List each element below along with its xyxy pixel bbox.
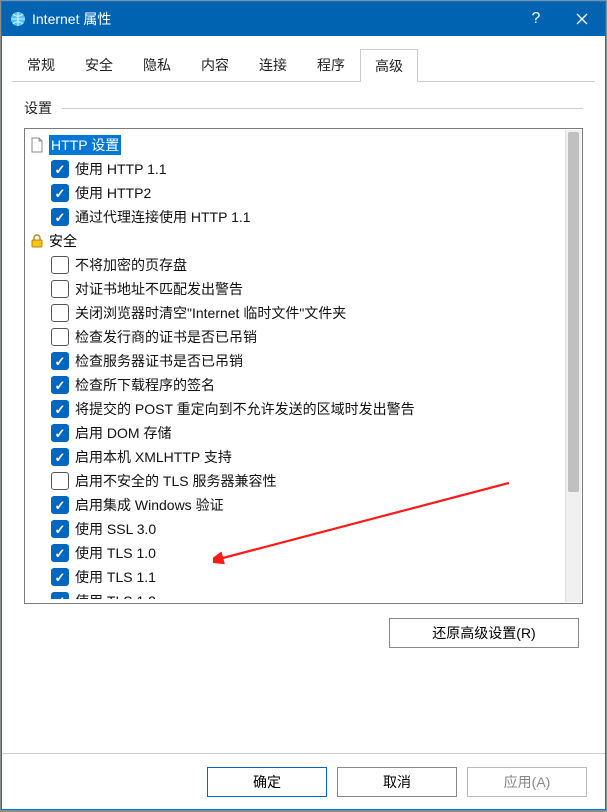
content-area: 常规 安全 隐私 内容 连接 程序 高级 设置 HTTP 设置使用 HTTP 1…	[2, 36, 605, 753]
tree-item[interactable]: 对证书地址不匹配发出警告	[29, 277, 578, 301]
tree-item-label: 检查服务器证书是否已吊销	[75, 351, 243, 371]
tree-item[interactable]: 使用 TLS 1.2	[29, 589, 578, 599]
tree-item-label: 启用集成 Windows 验证	[75, 495, 224, 515]
tree-item[interactable]: 使用 TLS 1.1	[29, 565, 578, 589]
checkbox[interactable]	[51, 472, 69, 490]
page-icon	[29, 137, 45, 153]
tree-group-label: 安全	[49, 231, 77, 251]
checkbox[interactable]	[51, 208, 69, 226]
close-icon	[576, 13, 588, 25]
tree-item[interactable]: 通过代理连接使用 HTTP 1.1	[29, 205, 578, 229]
tab-programs[interactable]: 程序	[302, 48, 360, 81]
checkbox[interactable]	[51, 352, 69, 370]
checkbox[interactable]	[51, 328, 69, 346]
apply-button[interactable]: 应用(A)	[467, 767, 587, 797]
scrollbar-thumb[interactable]	[568, 132, 579, 492]
scrollbar[interactable]	[565, 130, 581, 602]
tree-item-label: 将提交的 POST 重定向到不允许发送的区域时发出警告	[75, 399, 415, 419]
tree-item-label: 使用 HTTP 1.1	[75, 159, 167, 179]
tree-item-label: 不将加密的页存盘	[75, 255, 187, 275]
tree-group[interactable]: 安全	[29, 229, 578, 253]
tree-item[interactable]: 检查服务器证书是否已吊销	[29, 349, 578, 373]
checkbox[interactable]	[51, 160, 69, 178]
tree-item[interactable]: 使用 SSL 3.0	[29, 517, 578, 541]
section-label: 设置	[24, 98, 52, 118]
checkbox[interactable]	[51, 376, 69, 394]
dialog-footer: 确定 取消 应用(A)	[2, 753, 605, 809]
tree-item-label: 启用 DOM 存储	[75, 423, 171, 443]
tree-item[interactable]: 使用 HTTP2	[29, 181, 578, 205]
tree-item-label: 检查发行商的证书是否已吊销	[75, 327, 257, 347]
tree-group[interactable]: HTTP 设置	[29, 133, 578, 157]
tree-item[interactable]: 检查所下载程序的签名	[29, 373, 578, 397]
checkbox[interactable]	[51, 496, 69, 514]
window-title: Internet 属性	[32, 9, 111, 29]
tree-item[interactable]: 启用集成 Windows 验证	[29, 493, 578, 517]
section-divider	[62, 108, 583, 109]
tree-item-label: 启用不安全的 TLS 服务器兼容性	[75, 471, 276, 491]
tree-item-label: 使用 TLS 1.2	[75, 591, 156, 599]
cancel-button[interactable]: 取消	[337, 767, 457, 797]
checkbox[interactable]	[51, 568, 69, 586]
checkbox[interactable]	[51, 544, 69, 562]
tree-item-label: 关闭浏览器时清空"Internet 临时文件"文件夹	[75, 303, 346, 323]
tab-security[interactable]: 安全	[70, 48, 128, 81]
tab-connections[interactable]: 连接	[244, 48, 302, 81]
tree-item[interactable]: 使用 TLS 1.0	[29, 541, 578, 565]
dialog-window: Internet 属性 ? 常规 安全 隐私 内容 连接 程序 高级 设置 HT…	[1, 1, 606, 810]
tree-item-label: 使用 TLS 1.0	[75, 543, 156, 563]
tab-strip: 常规 安全 隐私 内容 连接 程序 高级	[12, 44, 595, 82]
checkbox[interactable]	[51, 424, 69, 442]
ok-button[interactable]: 确定	[207, 767, 327, 797]
tree-item-label: 使用 TLS 1.1	[75, 567, 156, 587]
tree-item[interactable]: 启用不安全的 TLS 服务器兼容性	[29, 469, 578, 493]
checkbox[interactable]	[51, 304, 69, 322]
tree-item-label: 通过代理连接使用 HTTP 1.1	[75, 207, 251, 227]
checkbox[interactable]	[51, 184, 69, 202]
tree-group-label: HTTP 设置	[49, 135, 121, 155]
tab-advanced[interactable]: 高级	[360, 49, 418, 82]
lock-icon	[29, 233, 45, 249]
tab-privacy[interactable]: 隐私	[128, 48, 186, 81]
checkbox[interactable]	[51, 280, 69, 298]
help-button[interactable]: ?	[513, 2, 559, 36]
tree-item-label: 对证书地址不匹配发出警告	[75, 279, 243, 299]
tree-item-label: 启用本机 XMLHTTP 支持	[75, 447, 232, 467]
tree-item-label: 检查所下载程序的签名	[75, 375, 215, 395]
tree-item[interactable]: 不将加密的页存盘	[29, 253, 578, 277]
tab-content[interactable]: 内容	[186, 48, 244, 81]
tree-item[interactable]: 检查发行商的证书是否已吊销	[29, 325, 578, 349]
advanced-pane: 设置 HTTP 设置使用 HTTP 1.1 使用 HTTP2 通过代理连接使用 HT…	[12, 82, 595, 743]
settings-tree[interactable]: HTTP 设置使用 HTTP 1.1 使用 HTTP2 通过代理连接使用 HTTP …	[24, 128, 583, 604]
checkbox[interactable]	[51, 256, 69, 274]
checkbox[interactable]	[51, 400, 69, 418]
tree-item-label: 使用 HTTP2	[75, 183, 151, 203]
tree-item[interactable]: 使用 HTTP 1.1	[29, 157, 578, 181]
app-icon	[10, 11, 26, 27]
section-header: 设置	[24, 98, 583, 118]
title-bar: Internet 属性 ?	[2, 2, 605, 36]
checkbox[interactable]	[51, 520, 69, 538]
tab-general[interactable]: 常规	[12, 48, 70, 81]
checkbox[interactable]	[51, 448, 69, 466]
checkbox[interactable]	[51, 592, 69, 599]
tree-item[interactable]: 将提交的 POST 重定向到不允许发送的区域时发出警告	[29, 397, 578, 421]
restore-defaults-button[interactable]: 还原高级设置(R)	[389, 618, 579, 648]
tree-item[interactable]: 启用本机 XMLHTTP 支持	[29, 445, 578, 469]
tree-item[interactable]: 关闭浏览器时清空"Internet 临时文件"文件夹	[29, 301, 578, 325]
tree-item[interactable]: 启用 DOM 存储	[29, 421, 578, 445]
close-button[interactable]	[559, 2, 605, 36]
tree-item-label: 使用 SSL 3.0	[75, 519, 156, 539]
